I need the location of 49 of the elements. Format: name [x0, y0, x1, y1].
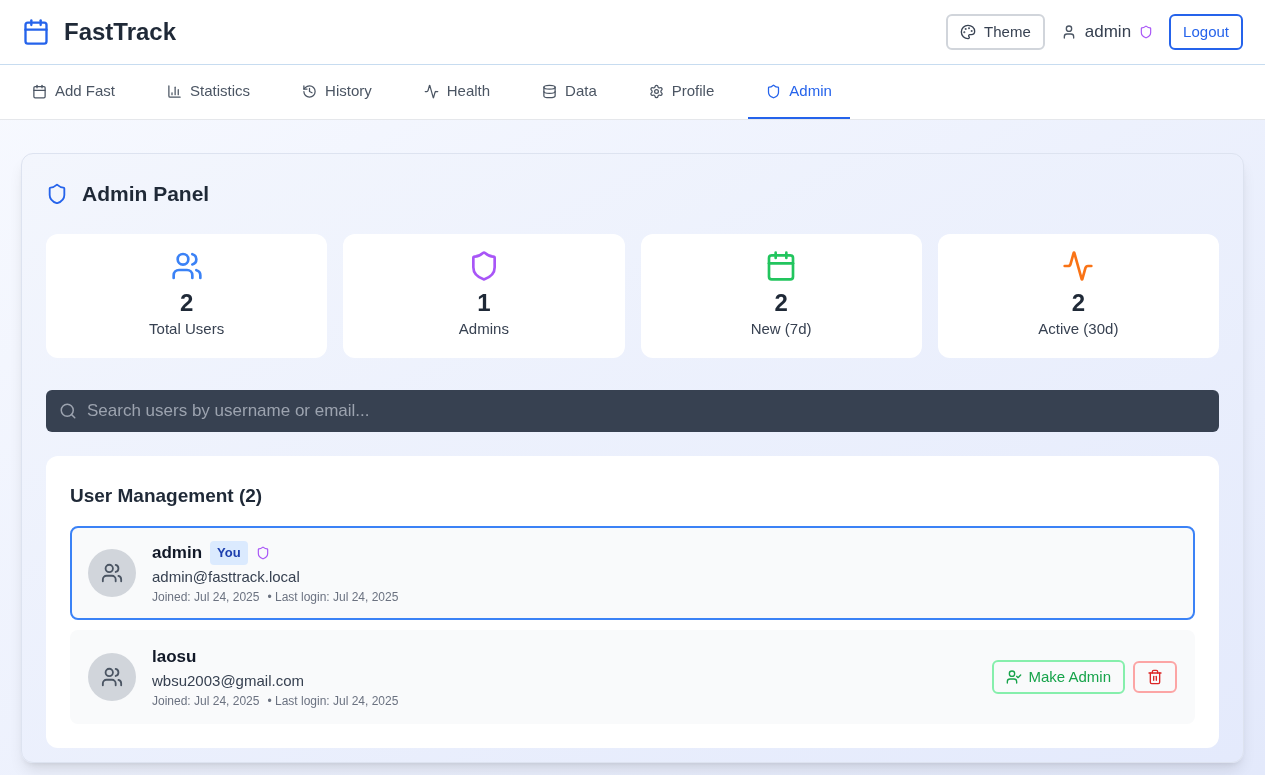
nav-tab[interactable]: Add Fast	[14, 65, 134, 119]
users-icon	[101, 666, 123, 688]
nav-tab[interactable]: Data	[524, 65, 615, 119]
shield-icon	[766, 83, 782, 99]
calendar-logo-icon	[22, 18, 50, 46]
stat-value: 1	[477, 287, 491, 318]
logout-button[interactable]: Logout	[1169, 14, 1243, 50]
nav-tab[interactable]: Health	[405, 65, 509, 119]
stat-value: 2	[179, 287, 194, 318]
app-name: FastTrack	[64, 17, 177, 47]
you-badge: You	[210, 541, 248, 565]
search-field[interactable]: Search users by username or email...	[46, 389, 1219, 432]
nav-tab[interactable]: Profile	[630, 65, 733, 119]
palette-icon	[960, 24, 977, 40]
stat-label: Admins	[458, 318, 509, 339]
stat-label: Active (30d)	[1038, 318, 1119, 339]
username: admin	[1084, 21, 1132, 44]
stat-label: Total Users	[149, 318, 225, 339]
last-login-date: • Last login: Jul 24, 2025	[267, 589, 399, 606]
history-icon	[302, 83, 318, 99]
panel-title: Admin Panel	[82, 181, 210, 207]
calendar-icon	[32, 83, 47, 99]
user-row[interactable]: admin You admin@fasttrack.local Joined: Jul 24, 2025 • Last login: Jul 24, 2025	[70, 526, 1195, 620]
nav-tab[interactable]: Statistics	[149, 65, 269, 119]
pulse-icon	[423, 83, 439, 99]
section-title: User Management (2)	[70, 483, 264, 508]
joined-date: Joined: Jul 24, 2025	[152, 589, 260, 606]
database-icon	[542, 83, 558, 99]
last-login-date: • Last login: Jul 24, 2025	[267, 693, 399, 710]
users-icon	[101, 562, 123, 584]
theme-button[interactable]: Theme	[946, 14, 1045, 50]
user-name: admin	[152, 542, 203, 564]
nav-tab[interactable]: History	[284, 65, 390, 119]
delete-icon	[1147, 669, 1163, 685]
user-name: laosu	[152, 646, 197, 668]
joined-date: Joined: Jul 24, 2025	[152, 693, 260, 710]
user-row[interactable]: laosu wbsu2003@gmail.com Joined: Jul 24, 2025 • Last login: Jul 24, 2025 Make Admin	[70, 630, 1195, 724]
user-check-icon	[1006, 669, 1023, 685]
user-email: wbsu2003@gmail.com	[152, 670, 305, 691]
user-email: admin@fasttrack.local	[152, 566, 301, 587]
settings-icon	[648, 83, 664, 99]
stat-label: New (7d)	[750, 318, 812, 339]
search-icon	[59, 401, 77, 420]
delete-button[interactable]	[1133, 661, 1177, 693]
stat-value: 2	[774, 287, 788, 318]
nav-tab[interactable]: Admin	[748, 65, 850, 119]
stat-value: 2	[1071, 287, 1086, 318]
bar-chart-icon	[167, 83, 183, 99]
shield-icon	[46, 182, 68, 205]
